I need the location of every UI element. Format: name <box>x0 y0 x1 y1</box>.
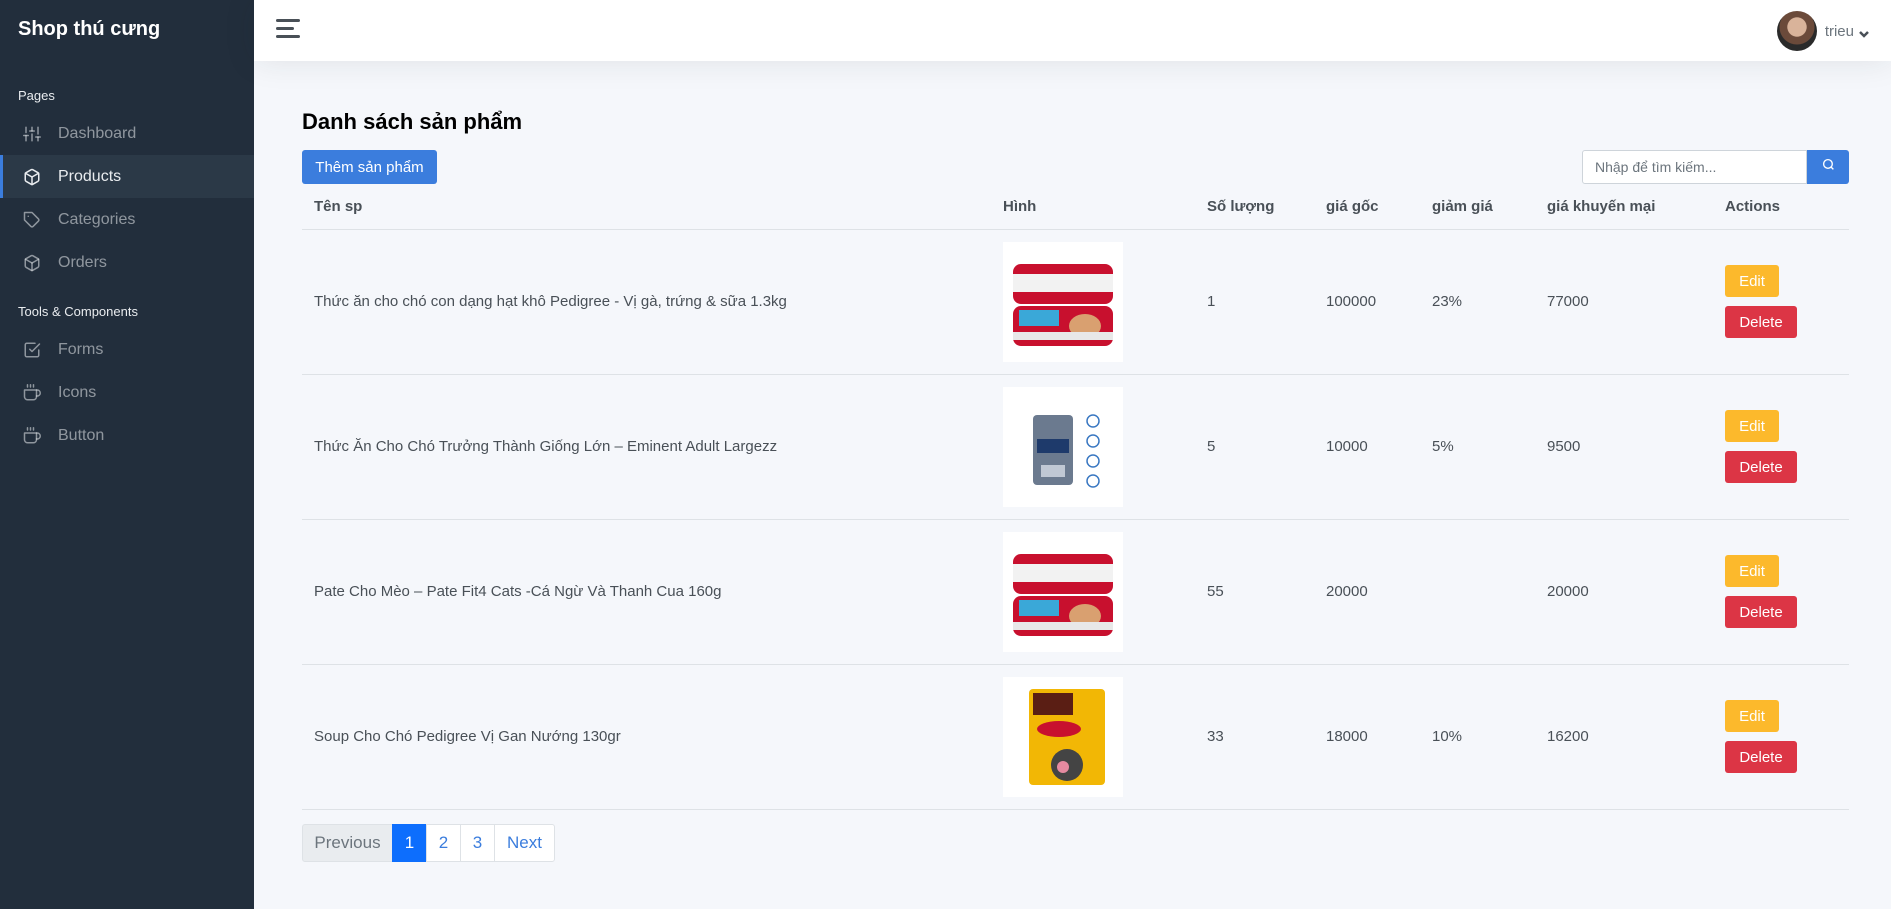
product-price: 18000 <box>1314 664 1420 810</box>
product-sale-price: 9500 <box>1535 374 1713 520</box>
column-header-name: Tên sp <box>302 184 991 230</box>
product-price: 20000 <box>1314 519 1420 665</box>
coffee-icon <box>22 426 42 446</box>
table-row: Soup Cho Chó Pedigree Vị Gan Nướng 130gr… <box>302 664 1849 810</box>
column-header-actions: Actions <box>1713 184 1849 230</box>
search-input[interactable] <box>1582 150 1807 184</box>
product-qty: 1 <box>1195 229 1314 375</box>
product-name: Pate Cho Mèo – Pate Fit4 Cats -Cá Ngừ Và… <box>302 519 991 665</box>
product-name: Soup Cho Chó Pedigree Vị Gan Nướng 130gr <box>302 664 991 810</box>
product-qty: 55 <box>1195 519 1314 665</box>
sidebar-item-label: Orders <box>58 253 107 271</box>
menu-toggle-icon[interactable] <box>276 19 300 41</box>
column-header-discount: giảm giá <box>1420 184 1535 230</box>
product-price: 10000 <box>1314 374 1420 520</box>
edit-button[interactable]: Edit <box>1725 555 1779 587</box>
username: trieu <box>1824 22 1854 40</box>
search-icon <box>1822 158 1835 176</box>
package-icon <box>22 253 42 273</box>
product-discount: 5% <box>1420 374 1535 520</box>
sliders-icon <box>22 124 42 144</box>
pagination-page-1[interactable]: 1 <box>392 824 427 862</box>
sidebar-item-dashboard[interactable]: Dashboard <box>0 112 254 155</box>
box-icon <box>22 167 42 187</box>
product-qty: 33 <box>1195 664 1314 810</box>
edit-button[interactable]: Edit <box>1725 265 1779 297</box>
product-image <box>1003 386 1123 507</box>
brand-title[interactable]: Shop thú cưng <box>0 0 254 58</box>
tag-icon <box>22 210 42 230</box>
product-discount: 23% <box>1420 229 1535 375</box>
sidebar-section-tools: Tools & Components <box>18 304 138 319</box>
sidebar-item-icons[interactable]: Icons <box>0 371 254 414</box>
sidebar-section-pages: Pages <box>18 88 55 103</box>
product-price: 100000 <box>1314 229 1420 375</box>
check-square-icon <box>22 340 42 360</box>
product-sale-price: 77000 <box>1535 229 1713 375</box>
table-header-row: Tên sp Hình Số lượng giá gốc giảm giá gi… <box>302 184 1849 230</box>
sidebar-item-label: Categories <box>58 210 136 228</box>
sidebar-item-button[interactable]: Button <box>0 414 254 457</box>
pagination-page-3[interactable]: 3 <box>460 824 495 862</box>
search-button[interactable] <box>1807 150 1849 184</box>
product-sale-price: 20000 <box>1535 519 1713 665</box>
product-image <box>1003 676 1123 797</box>
column-header-price: giá gốc <box>1314 184 1420 230</box>
sidebar-item-label: Button <box>58 426 105 444</box>
sidebar-item-products[interactable]: Products <box>0 155 254 198</box>
product-name: Thức Ăn Cho Chó Trưởng Thành Giống Lớn –… <box>302 374 991 520</box>
product-discount <box>1420 519 1535 665</box>
pagination: Previous 1 2 3 Next <box>302 824 555 862</box>
edit-button[interactable]: Edit <box>1725 410 1779 442</box>
table-row: Pate Cho Mèo – Pate Fit4 Cats -Cá Ngừ Và… <box>302 519 1849 665</box>
product-qty: 5 <box>1195 374 1314 520</box>
add-product-button[interactable]: Thêm sản phẩm <box>302 150 437 184</box>
chevron-down-icon <box>1859 26 1869 38</box>
delete-button[interactable]: Delete <box>1725 306 1797 338</box>
product-name: Thức ăn cho chó con dạng hạt khô Pedigre… <box>302 229 991 375</box>
sidebar-item-orders[interactable]: Orders <box>0 241 254 284</box>
search-form <box>1582 150 1849 184</box>
product-sale-price: 16200 <box>1535 664 1713 810</box>
delete-button[interactable]: Delete <box>1725 741 1797 773</box>
sidebar-item-label: Icons <box>58 383 97 401</box>
column-header-image: Hình <box>991 184 1195 230</box>
pagination-page-2[interactable]: 2 <box>426 824 461 862</box>
product-image <box>1003 531 1123 652</box>
sidebar-item-label: Forms <box>58 340 104 358</box>
products-table: Tên sp Hình Số lượng giá gốc giảm giá gi… <box>302 184 1849 810</box>
page-title: Danh sách sản phẩm <box>302 109 523 134</box>
table-row: Thức Ăn Cho Chó Trưởng Thành Giống Lớn –… <box>302 374 1849 520</box>
sidebar-item-label: Products <box>58 167 122 185</box>
avatar <box>1776 11 1817 51</box>
column-header-qty: Số lượng <box>1195 184 1314 230</box>
sidebar-item-forms[interactable]: Forms <box>0 328 254 371</box>
user-menu[interactable]: trieu <box>1776 11 1869 51</box>
pagination-previous[interactable]: Previous <box>302 824 393 862</box>
sidebar: Shop thú cưng Pages Dashboard Products C… <box>0 0 254 909</box>
product-discount: 10% <box>1420 664 1535 810</box>
coffee-icon <box>22 383 42 403</box>
sidebar-item-label: Dashboard <box>58 124 137 142</box>
edit-button[interactable]: Edit <box>1725 700 1779 732</box>
delete-button[interactable]: Delete <box>1725 596 1797 628</box>
sidebar-item-categories[interactable]: Categories <box>0 198 254 241</box>
product-image <box>1003 241 1123 362</box>
delete-button[interactable]: Delete <box>1725 451 1797 483</box>
column-header-sale: giá khuyến mại <box>1535 184 1713 230</box>
table-row: Thức ăn cho chó con dạng hạt khô Pedigre… <box>302 229 1849 375</box>
topbar: trieu <box>254 0 1891 61</box>
pagination-next[interactable]: Next <box>494 824 555 862</box>
